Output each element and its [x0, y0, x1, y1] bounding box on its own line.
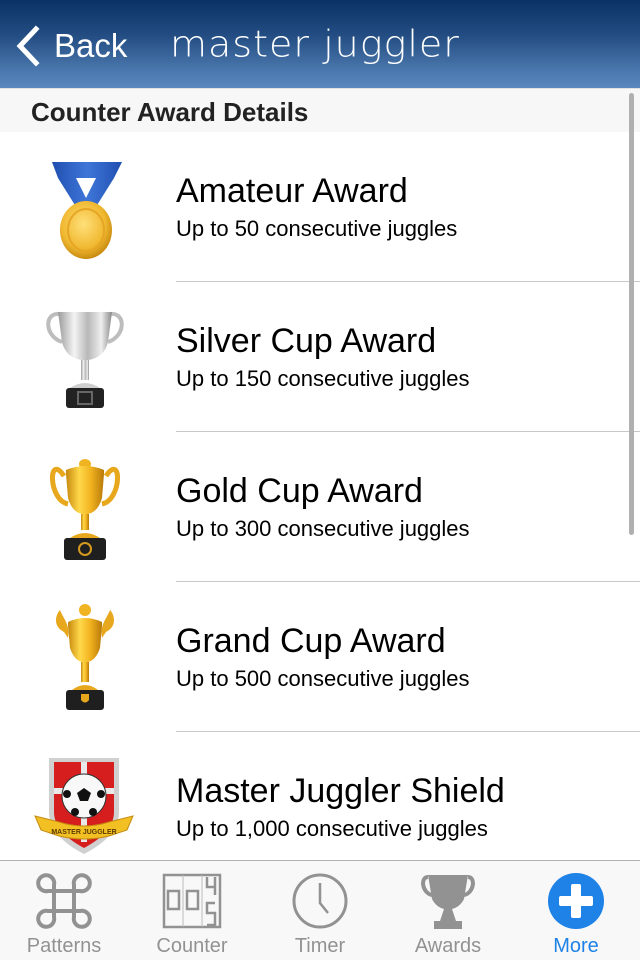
back-label: Back — [54, 27, 128, 64]
section-header: Counter Award Details — [0, 88, 640, 132]
section-title: Counter Award Details — [31, 97, 309, 127]
tab-label: Counter — [156, 935, 228, 957]
award-title: Amateur Award — [176, 172, 408, 210]
award-subtitle: Up to 300 consecutive juggles — [176, 516, 470, 541]
back-button[interactable]: Back — [14, 24, 127, 68]
tab-timer[interactable]: Timer — [256, 861, 384, 960]
list-item[interactable]: Grand Cup Award Up to 500 consecutive ju… — [0, 582, 640, 732]
award-subtitle: Up to 150 consecutive juggles — [176, 366, 470, 391]
award-list: Amateur Award Up to 50 consecutive juggl… — [0, 132, 640, 882]
award-title: Gold Cup Award — [176, 472, 423, 510]
navigation-bar: Back master juggler — [0, 0, 640, 88]
chevron-left-icon — [16, 25, 40, 67]
medal-icon — [52, 162, 122, 259]
list-item[interactable]: Silver Cup Award Up to 150 consecutive j… — [0, 282, 640, 432]
tab-counter[interactable]: Counter — [128, 861, 256, 960]
list-item[interactable]: Amateur Award Up to 50 consecutive juggl… — [0, 132, 640, 282]
plus-circle-icon — [548, 873, 604, 929]
tab-label: More — [553, 935, 599, 957]
gold-cup-icon — [50, 459, 120, 560]
award-subtitle: Up to 500 consecutive juggles — [176, 666, 470, 691]
tab-label: Awards — [414, 935, 482, 957]
award-subtitle: Up to 1,000 consecutive juggles — [176, 816, 488, 841]
app-title: master juggler — [170, 23, 460, 65]
list-item[interactable]: Gold Cup Award Up to 300 consecutive jug… — [0, 432, 640, 582]
tab-more[interactable]: More — [512, 861, 640, 960]
tab-label: Timer — [294, 935, 346, 957]
award-subtitle: Up to 50 consecutive juggles — [176, 216, 458, 241]
silver-cup-icon — [46, 311, 124, 408]
trophy-icon — [421, 875, 475, 929]
tab-awards[interactable]: Awards — [384, 861, 512, 960]
award-title: Silver Cup Award — [176, 322, 437, 360]
shield-badge-text: MASTER JUGGLER — [51, 829, 116, 836]
award-title: Master Juggler Shield — [176, 772, 505, 810]
tab-patterns[interactable]: Patterns — [0, 861, 128, 960]
command-icon — [36, 873, 92, 929]
scrollbar[interactable] — [629, 93, 634, 535]
counter-icon — [162, 873, 222, 929]
shield-icon: MASTER JUGGLER — [34, 758, 134, 854]
tab-bar: Patterns Counter Timer Awards More — [0, 860, 640, 960]
award-title: Grand Cup Award — [176, 622, 446, 660]
clock-icon — [292, 873, 348, 929]
grand-cup-icon — [56, 604, 114, 710]
tab-label: Patterns — [26, 935, 102, 957]
